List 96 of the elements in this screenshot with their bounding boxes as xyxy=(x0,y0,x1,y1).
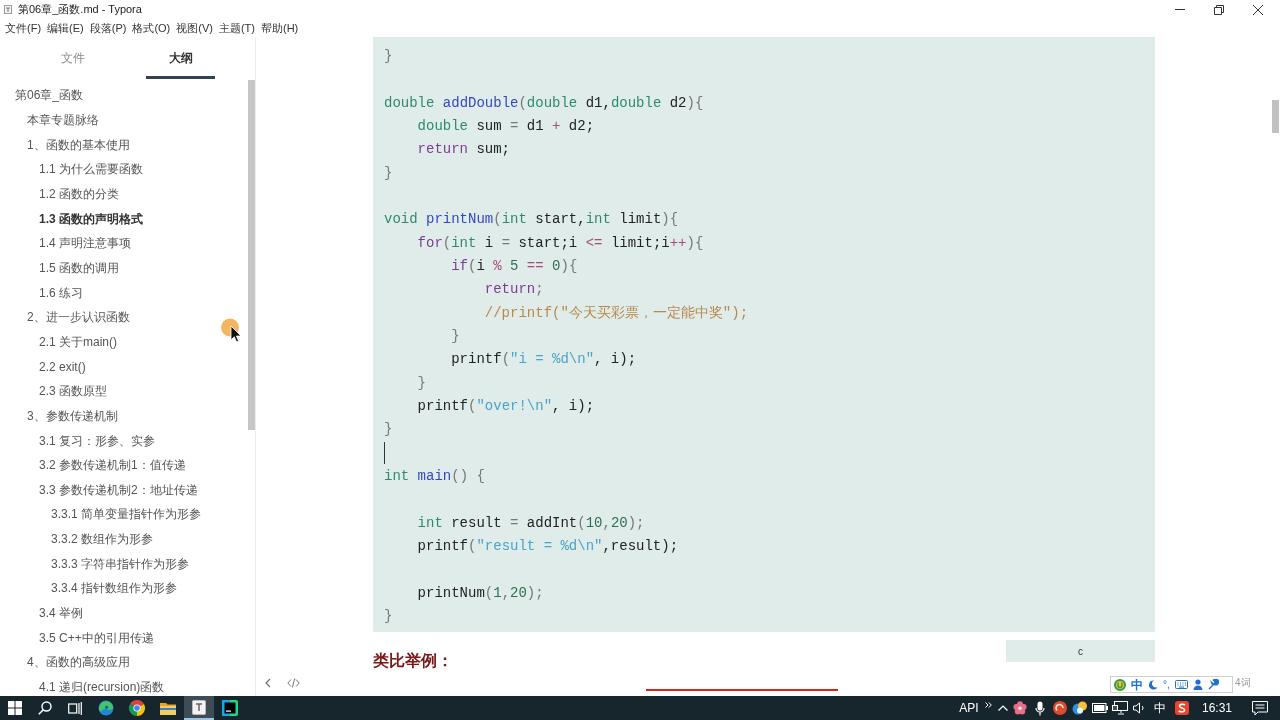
menu-item[interactable]: 帮助(H) xyxy=(261,21,299,35)
code-line: return sum; xyxy=(416,140,511,160)
code-line: printf("over!\n", i); xyxy=(416,396,595,416)
network-icon[interactable] xyxy=(1112,701,1128,715)
mouse-cursor-icon xyxy=(221,318,242,343)
word-count: 4词 xyxy=(1235,677,1251,689)
outline-item[interactable]: 2、进一步认识函数 xyxy=(27,309,130,326)
outline-item[interactable]: 1.5 函数的调用 xyxy=(39,259,119,276)
notification-icon[interactable] xyxy=(1252,700,1268,716)
code-line: if(i % 5 == 0){ xyxy=(450,256,578,276)
folder-icon[interactable] xyxy=(160,701,176,715)
active-app-highlight[interactable] xyxy=(184,696,214,720)
code-line: } xyxy=(416,373,426,393)
menu-item[interactable]: 主题(T) xyxy=(218,21,255,35)
menu-item[interactable]: 文件(F) xyxy=(5,21,42,35)
clock-time[interactable]: 16:31 xyxy=(1194,699,1240,717)
start-icon[interactable] xyxy=(8,701,22,715)
tray-label[interactable]: API xyxy=(957,699,981,717)
code-line: } xyxy=(384,606,393,626)
section-heading: 类比举例： xyxy=(373,651,453,672)
outline-item[interactable]: 3.4 举例 xyxy=(39,605,83,622)
sidebar-tab[interactable]: 文件 xyxy=(38,37,107,79)
menu-item[interactable]: 视图(V) xyxy=(176,21,213,35)
menu-item[interactable]: 段落(P) xyxy=(89,21,127,35)
outline-item[interactable]: 2.3 函数原型 xyxy=(39,383,107,400)
round-browser-icon[interactable] xyxy=(129,700,145,716)
menu-item[interactable]: 格式(O) xyxy=(132,21,171,35)
code-line: return; xyxy=(483,280,544,300)
outline-item[interactable]: 3.3.4 指针数组作为形参 xyxy=(51,580,178,597)
outline-item[interactable]: 3.3.1 简单变量指针作为形参 xyxy=(51,506,202,523)
task-view-icon[interactable] xyxy=(68,701,82,715)
code-line: void printNum(int start,int limit){ xyxy=(384,210,679,230)
overlapping-circles-icon[interactable] xyxy=(1072,701,1088,715)
ring-logo-icon[interactable] xyxy=(1114,678,1126,691)
chevron-up-icon[interactable] xyxy=(998,705,1008,711)
keyboard-icon[interactable] xyxy=(1174,680,1188,689)
code-line: double addDouble(double d1,double d2){ xyxy=(384,93,704,113)
code-line: } xyxy=(384,420,393,440)
outline-item[interactable]: 本章专题脉络 xyxy=(27,112,99,128)
code-line: double sum = d1 + d2; xyxy=(416,117,595,136)
outline-item[interactable]: 3.3 参数传递机制2：地址传递 xyxy=(39,481,198,498)
code-line: printf("result = %d\n",result); xyxy=(416,536,679,556)
code-line: } xyxy=(384,47,393,66)
outline-item[interactable]: 3.1 复习：形参、实参 xyxy=(39,432,155,449)
outline-item[interactable]: 3.3.2 数组作为形参 xyxy=(51,531,154,548)
scrollbar[interactable] xyxy=(248,80,255,430)
close-icon[interactable] xyxy=(1253,4,1263,15)
outline-item[interactable]: 3.2 参数传递机制1：值传递 xyxy=(39,457,186,474)
swirl-browser-icon[interactable] xyxy=(98,700,114,716)
outline-item[interactable]: 1.6 练习 xyxy=(39,284,83,301)
window-title: 第06章_函数.md - Typora xyxy=(18,2,142,18)
person-icon[interactable] xyxy=(1192,679,1203,690)
code-line: int result = addInt(10,20); xyxy=(416,513,645,533)
input-mode-toggle[interactable]: 中 xyxy=(1131,677,1143,692)
code-line: } xyxy=(384,163,393,183)
outline-item[interactable]: 1.4 声明注意事项 xyxy=(39,235,131,252)
sidebar-tab[interactable]: 大纲 xyxy=(146,37,215,79)
speaker-icon[interactable] xyxy=(1133,702,1147,714)
outline-item[interactable]: 4、函数的高级应用 xyxy=(27,654,130,671)
code-line: printf("i = %d\n", i); xyxy=(450,350,637,370)
code-line: } xyxy=(450,326,460,346)
restore-icon[interactable] xyxy=(1214,4,1224,15)
outline-item[interactable]: 3.5 C++中的引用传递 xyxy=(39,629,154,646)
outline-item[interactable]: 3、参数传递机制 xyxy=(27,407,118,424)
outline-item[interactable]: 4.1 递归(recursion)函数 xyxy=(39,679,165,696)
code-icon[interactable] xyxy=(287,678,300,688)
outline-item[interactable]: 1.2 函数的分类 xyxy=(39,185,119,202)
outline-item[interactable]: 第06章_函数 xyxy=(15,87,84,104)
moon-icon[interactable] xyxy=(1148,679,1158,690)
swirl-circle-icon[interactable] xyxy=(1053,701,1067,715)
input-method-logo-icon[interactable] xyxy=(1175,701,1189,715)
language-field[interactable]: c xyxy=(1006,640,1155,663)
outline-item[interactable]: 1.1 为什么需要函数 xyxy=(39,161,143,178)
battery-icon[interactable] xyxy=(1092,703,1108,713)
code-line: for(int i = start;i <= limit;i++){ xyxy=(416,233,704,253)
microphone-icon[interactable] xyxy=(1035,700,1045,716)
ide-tile-icon[interactable] xyxy=(222,700,238,716)
code-line: printNum(1,20); xyxy=(416,583,544,603)
wrench-icon[interactable] xyxy=(1207,679,1219,690)
outline-item[interactable]: 2.2 exit() xyxy=(39,358,86,375)
flower-icon[interactable] xyxy=(1013,701,1027,715)
search-icon[interactable] xyxy=(38,701,52,715)
chevron-left-icon[interactable] xyxy=(265,678,271,688)
code-line: int main() { xyxy=(384,466,485,486)
input-mode-indicator[interactable]: 中 xyxy=(1150,699,1170,717)
outline-item[interactable]: 3.3.3 字符串指针作为形参 xyxy=(51,555,190,572)
code-line: //printf("今天买彩票，一定能中奖"); xyxy=(483,303,749,323)
punctuation-toggle[interactable]: °, xyxy=(1163,678,1170,691)
double-chevron-icon[interactable] xyxy=(985,702,992,708)
scrollbar[interactable] xyxy=(1272,100,1279,133)
outline-item[interactable]: 1、函数的基本使用 xyxy=(27,136,130,153)
document-icon[interactable] xyxy=(192,699,206,715)
menu-item[interactable]: 编辑(E) xyxy=(47,21,84,35)
app-icon xyxy=(4,5,12,14)
outline-item[interactable]: 1.3 函数的声明格式 xyxy=(39,210,143,227)
outline-item[interactable]: 2.1 关于main() xyxy=(39,333,118,350)
